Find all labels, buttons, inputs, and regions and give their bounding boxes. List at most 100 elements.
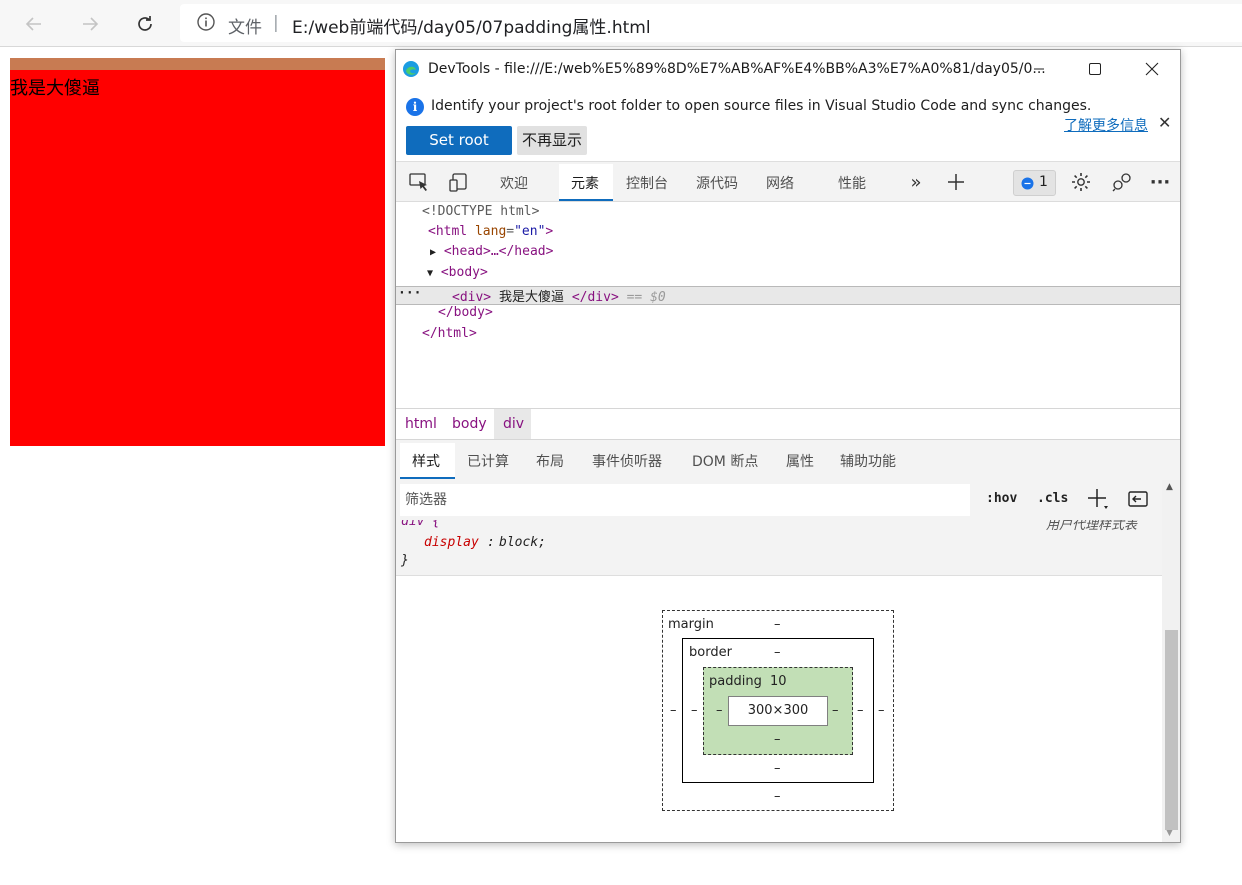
edge-logo-icon [402, 60, 420, 78]
dom-html-attr-value: "en" [514, 224, 546, 239]
dom-div-close-tag: </div> [571, 290, 619, 305]
margin-label: margin [668, 617, 714, 632]
inspect-icon[interactable] [407, 170, 431, 194]
breadcrumb-html[interactable]: html [405, 416, 437, 432]
tab-performance[interactable]: 性能 [838, 173, 866, 193]
breadcrumb-div[interactable]: div [503, 416, 524, 432]
maximize-button[interactable] [1072, 54, 1118, 84]
tab-computed[interactable]: 已计算 [467, 451, 509, 471]
padding-top-value[interactable]: 10 [770, 674, 787, 689]
tab-properties[interactable]: 属性 [786, 451, 814, 471]
toggle-sidebar-icon[interactable] [1126, 487, 1150, 511]
devtools-window: DevTools - file:///E:/web%E5%89%8D%E7%AB… [395, 49, 1181, 843]
dom-html-close[interactable]: </html> [422, 326, 477, 341]
border-top-value[interactable]: – [774, 645, 781, 660]
browser-toolbar: 文件 | E:/web前端代码/day05/07padding属性.html [0, 0, 1242, 47]
border-left-value[interactable]: – [691, 703, 698, 718]
dom-div-text: 我是大傻逼 [498, 290, 564, 305]
dom-head-node[interactable]: ▶ <head>…</head> [430, 244, 553, 259]
close-infobar-icon[interactable]: ✕ [1158, 113, 1171, 132]
tab-layout[interactable]: 布局 [536, 451, 564, 471]
margin-right-value[interactable]: – [878, 703, 885, 718]
demo-div-text: 我是大傻逼 [10, 78, 100, 99]
set-root-folder-button[interactable]: Set root folder [406, 126, 512, 178]
padding-right-value[interactable]: – [832, 703, 839, 718]
rule-selector[interactable]: div { [401, 520, 440, 529]
tab-sources[interactable]: 源代码 [696, 173, 738, 193]
scrollbar-thumb[interactable] [1165, 630, 1178, 830]
tab-console[interactable]: 控制台 [626, 173, 668, 193]
cls-button[interactable]: .cls [1037, 491, 1068, 506]
dom-doctype[interactable]: <!DOCTYPE html> [422, 204, 539, 219]
learn-more-link[interactable]: 了解更多信息 [1064, 115, 1148, 135]
dom-html-node[interactable]: <html lang="en"> [428, 224, 553, 239]
dom-body-tag: <body> [440, 265, 488, 280]
tab-network[interactable]: 网络 [766, 173, 794, 193]
breadcrumb: html body div [396, 408, 1180, 440]
tab-accessibility[interactable]: 辅助功能 [840, 451, 896, 471]
padding-label: padding [709, 674, 762, 689]
border-right-value[interactable]: – [857, 703, 864, 718]
styles-tab-bar: 样式 已计算 布局 事件侦听器 DOM 断点 属性 辅助功能 [396, 440, 1180, 480]
margin-left-value[interactable]: – [670, 703, 677, 718]
devtools-title: DevTools - file:///E:/web%E5%89%8D%E7%AB… [428, 61, 1046, 77]
border-bottom-value[interactable]: – [774, 761, 781, 776]
maximize-icon [1089, 63, 1101, 75]
close-window-button[interactable] [1129, 54, 1175, 84]
address-bar[interactable]: 文件 | E:/web前端代码/day05/07padding属性.html [180, 4, 1242, 42]
breadcrumb-body[interactable]: body [452, 416, 487, 432]
issues-badge[interactable]: 1 [1013, 170, 1056, 196]
minimize-button[interactable] [1016, 54, 1062, 84]
hov-button[interactable]: :hov [986, 491, 1017, 506]
box-model-content-size[interactable]: 300×300 [728, 696, 828, 726]
rule-property[interactable]: display [424, 535, 479, 550]
address-scheme-label: 文件 [228, 18, 262, 38]
info-circle-icon: i [406, 98, 424, 116]
padding-left-value[interactable]: – [716, 703, 723, 718]
more-tabs-chevron-icon[interactable]: » [904, 170, 928, 194]
collapse-triangle-icon[interactable]: ▼ [427, 268, 433, 279]
filter-input[interactable] [400, 484, 970, 516]
arrow-left-icon [25, 17, 41, 31]
more-options-icon[interactable]: ··· [1148, 170, 1172, 194]
new-style-rule-icon[interactable] [1086, 487, 1110, 511]
back-button[interactable] [18, 8, 50, 40]
issues-count: 1 [1039, 174, 1048, 190]
infobar: i Identify your project's root folder to… [396, 88, 1180, 178]
tab-welcome[interactable]: 欢迎 [500, 173, 528, 193]
margin-bottom-value[interactable]: – [774, 789, 781, 804]
tab-styles[interactable]: 样式 [412, 451, 440, 471]
dom-html-open-end: > [545, 224, 554, 239]
dom-div-open-tag: <div> [452, 290, 492, 305]
margin-top-value[interactable]: – [774, 617, 781, 632]
styles-filter-row: :hov .cls [396, 480, 1162, 520]
arrow-right-icon [83, 17, 99, 31]
device-emulation-icon[interactable] [447, 170, 471, 194]
style-rule: div { 用户代理样式表 display : block; } [396, 520, 1162, 576]
rule-colon: : [487, 535, 495, 550]
refresh-button[interactable] [129, 8, 161, 40]
add-tab-plus-icon[interactable] [944, 170, 968, 194]
padding-bottom-value[interactable]: – [774, 732, 781, 747]
dont-show-again-button[interactable]: 不再显示 [517, 126, 587, 155]
dom-head-tag: <head>…</head> [443, 244, 554, 259]
dom-body-close[interactable]: </body> [438, 305, 493, 320]
tab-dom-breakpoints[interactable]: DOM 断点 [692, 451, 758, 471]
rule-value[interactable]: block; [499, 535, 546, 550]
scroll-up-arrow-icon[interactable]: ▲ [1166, 482, 1173, 492]
address-url[interactable]: E:/web前端代码/day05/07padding属性.html [292, 13, 651, 38]
dom-body-node[interactable]: ▼ <body> [427, 265, 488, 280]
tab-elements[interactable]: 元素 [571, 173, 599, 193]
dom-div-node[interactable]: <div> 我是大傻逼 </div> == $0 [452, 286, 666, 305]
tab-event-listeners[interactable]: 事件侦听器 [592, 451, 662, 471]
infobar-message: Identify your project's root folder to o… [431, 98, 1092, 114]
customize-connect-icon[interactable] [1110, 170, 1134, 194]
forward-button[interactable] [74, 8, 106, 40]
info-icon[interactable] [196, 12, 216, 36]
address-separator: | [273, 13, 279, 33]
dom-node-ellipsis[interactable]: ··· [398, 286, 421, 301]
settings-gear-icon[interactable] [1069, 170, 1093, 194]
expand-triangle-icon[interactable]: ▶ [430, 247, 436, 258]
dom-tree-panel: <!DOCTYPE html> <html lang="en"> ▶ <head… [396, 202, 1180, 408]
close-icon [1145, 62, 1159, 76]
